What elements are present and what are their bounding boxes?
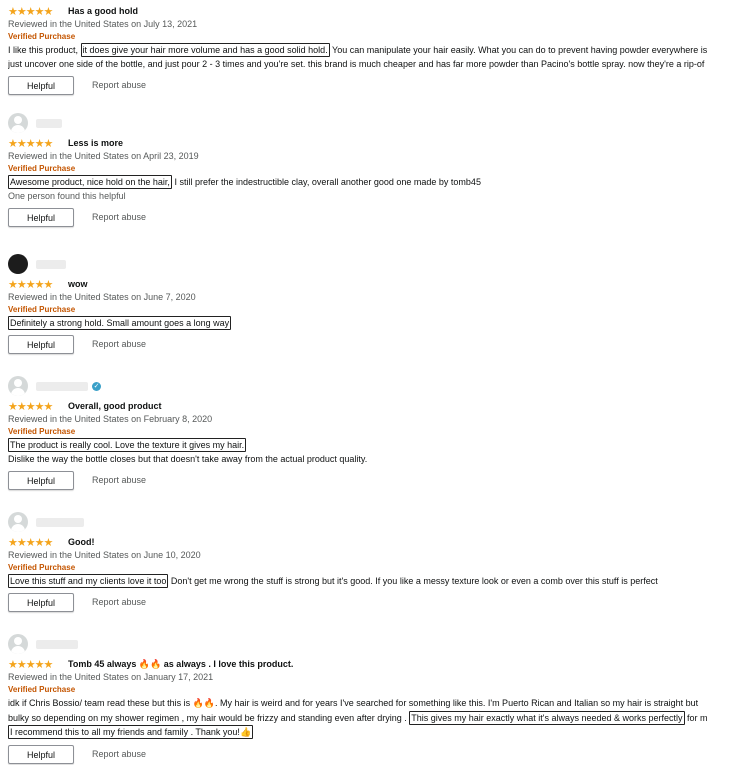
review-date: Reviewed in the United States on Februar… xyxy=(8,414,213,424)
reviewer-name-blurred xyxy=(36,259,66,269)
report-abuse-link[interactable]: Report abuse xyxy=(92,80,146,90)
review-body-line3: I recommend this to all my friends and f… xyxy=(8,725,750,740)
helpful-button[interactable]: Helpful xyxy=(8,592,74,612)
reviewer-name-blurred xyxy=(36,381,88,391)
star-rating: ★★★★★ xyxy=(8,136,53,150)
review-5: ★★★★★ Good! Reviewed in the United State… xyxy=(8,511,750,613)
fire-emoji-icon: 🔥🔥 xyxy=(192,699,216,709)
review-body: Definitely a strong hold. Small amount g… xyxy=(8,316,750,330)
review-body: Love this stuff and my clients love it t… xyxy=(8,574,658,588)
helpful-count: One person found this helpful xyxy=(8,191,126,201)
report-abuse-link[interactable]: Report abuse xyxy=(92,212,146,222)
helpful-button[interactable]: Helpful xyxy=(8,334,74,354)
thumbs-up-icon: 👍 xyxy=(239,728,252,738)
review-date: Reviewed in the United States on June 7,… xyxy=(8,292,196,302)
fire-emoji-icon: 🔥🔥 xyxy=(138,659,162,670)
avatar xyxy=(8,113,28,133)
verified-purchase-badge: Verified Purchase xyxy=(8,427,76,436)
highlight-box: Love this stuff and my clients love it t… xyxy=(8,574,169,588)
review-body-line2: just uncover one side of the bottle, and… xyxy=(8,59,705,69)
review-date: Reviewed in the United States on April 2… xyxy=(8,151,199,161)
review-1: ★★★★★ Has a good hold Reviewed in the Un… xyxy=(8,2,750,96)
verified-check-icon: ✓ xyxy=(92,381,101,391)
highlight-box: Definitely a strong hold. Small amount g… xyxy=(8,316,232,330)
review-body: idk if Chris Bossio/ team read these but… xyxy=(8,698,699,709)
highlight-box: This gives my hair exactly what it's alw… xyxy=(409,711,685,725)
review-2: ★★★★★ Less is more Reviewed in the Unite… xyxy=(8,112,750,228)
review-body: The product is really cool. Love the tex… xyxy=(8,438,750,452)
review-body-line2: Dislike the way the bottle closes but th… xyxy=(8,454,368,464)
star-rating: ★★★★★ xyxy=(8,535,53,549)
review-title[interactable]: Tomb 45 always 🔥🔥 as always . I love thi… xyxy=(68,659,293,670)
review-title[interactable]: wow xyxy=(68,279,88,289)
review-3: ★★★★★ wow Reviewed in the United States … xyxy=(8,253,750,355)
star-rating: ★★★★★ xyxy=(8,277,53,291)
review-6: ★★★★★ Tomb 45 always 🔥🔥 as always . I lo… xyxy=(8,633,750,765)
verified-purchase-badge: Verified Purchase xyxy=(8,563,76,572)
review-date: Reviewed in the United States on January… xyxy=(8,672,214,682)
reviewer-profile[interactable]: ✓ xyxy=(8,375,750,397)
review-date: Reviewed in the United States on June 10… xyxy=(8,550,201,560)
star-rating: ★★★★★ xyxy=(8,657,53,671)
reviewer-name-blurred xyxy=(36,517,84,527)
star-rating: ★★★★★ xyxy=(8,4,53,18)
review-body: Awesome product, nice hold on the hair, … xyxy=(8,175,481,189)
reviewer-name-blurred xyxy=(36,639,78,649)
highlight-box: it does give your hair more volume and h… xyxy=(80,43,330,57)
review-body-line2: bulky so depending on my shower regimen … xyxy=(8,711,708,725)
review-title[interactable]: Has a good hold xyxy=(68,6,138,16)
reviewer-name-blurred xyxy=(36,118,62,128)
helpful-button[interactable]: Helpful xyxy=(8,75,74,95)
report-abuse-link[interactable]: Report abuse xyxy=(92,475,146,485)
avatar xyxy=(8,254,28,274)
review-date: Reviewed in the United States on July 13… xyxy=(8,19,198,29)
review-title[interactable]: Good! xyxy=(68,537,95,547)
helpful-button[interactable]: Helpful xyxy=(8,470,74,490)
verified-purchase-badge: Verified Purchase xyxy=(8,32,76,41)
reviewer-profile[interactable] xyxy=(8,633,750,655)
review-body: I like this product, it does give your h… xyxy=(8,43,708,57)
highlight-box: I recommend this to all my friends and f… xyxy=(8,725,254,739)
review-4: ✓ ★★★★★ Overall, good product Reviewed i… xyxy=(8,375,750,491)
highlight-box: Awesome product, nice hold on the hair, xyxy=(8,175,172,189)
report-abuse-link[interactable]: Report abuse xyxy=(92,597,146,607)
helpful-button[interactable]: Helpful xyxy=(8,207,74,227)
avatar xyxy=(8,376,28,396)
verified-purchase-badge: Verified Purchase xyxy=(8,164,76,173)
avatar xyxy=(8,512,28,532)
helpful-button[interactable]: Helpful xyxy=(8,744,74,764)
reviewer-profile[interactable] xyxy=(8,253,750,275)
highlight-box: The product is really cool. Love the tex… xyxy=(8,438,247,452)
review-title[interactable]: Overall, good product xyxy=(68,401,162,411)
reviewer-profile[interactable] xyxy=(8,112,750,134)
reviewer-profile[interactable] xyxy=(8,511,750,533)
avatar xyxy=(8,634,28,654)
report-abuse-link[interactable]: Report abuse xyxy=(92,749,146,759)
star-rating: ★★★★★ xyxy=(8,399,53,413)
report-abuse-link[interactable]: Report abuse xyxy=(92,339,146,349)
review-title[interactable]: Less is more xyxy=(68,138,123,148)
verified-purchase-badge: Verified Purchase xyxy=(8,685,76,694)
verified-purchase-badge: Verified Purchase xyxy=(8,305,76,314)
